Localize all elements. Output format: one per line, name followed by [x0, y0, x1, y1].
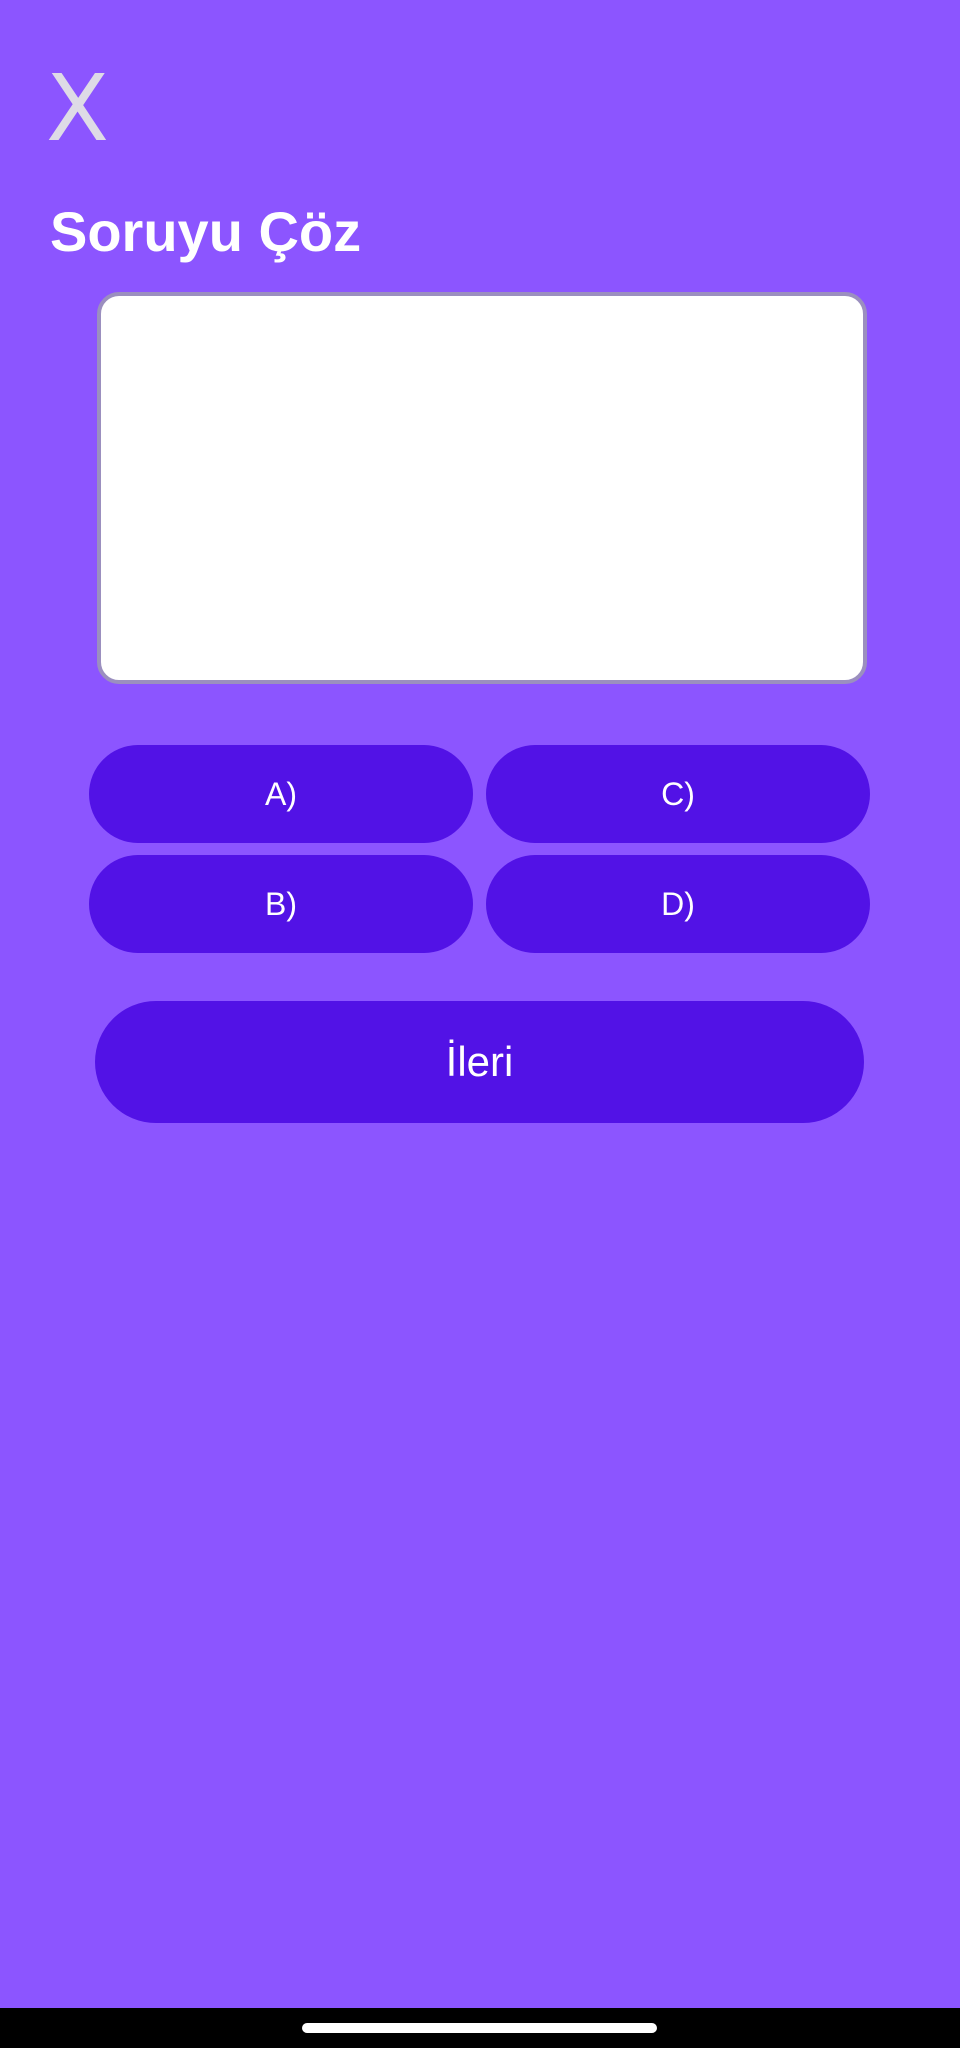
question-box	[97, 292, 867, 684]
option-a-button[interactable]: A)	[89, 745, 473, 843]
close-icon[interactable]: X	[46, 63, 116, 155]
page-title: Soruyu Çöz	[50, 200, 362, 263]
system-nav-bar	[0, 2008, 960, 2048]
option-d-button[interactable]: D)	[486, 855, 870, 953]
option-c-button[interactable]: C)	[486, 745, 870, 843]
option-b-button[interactable]: B)	[89, 855, 473, 953]
home-indicator[interactable]	[302, 2023, 657, 2033]
next-button[interactable]: İleri	[95, 1001, 864, 1123]
